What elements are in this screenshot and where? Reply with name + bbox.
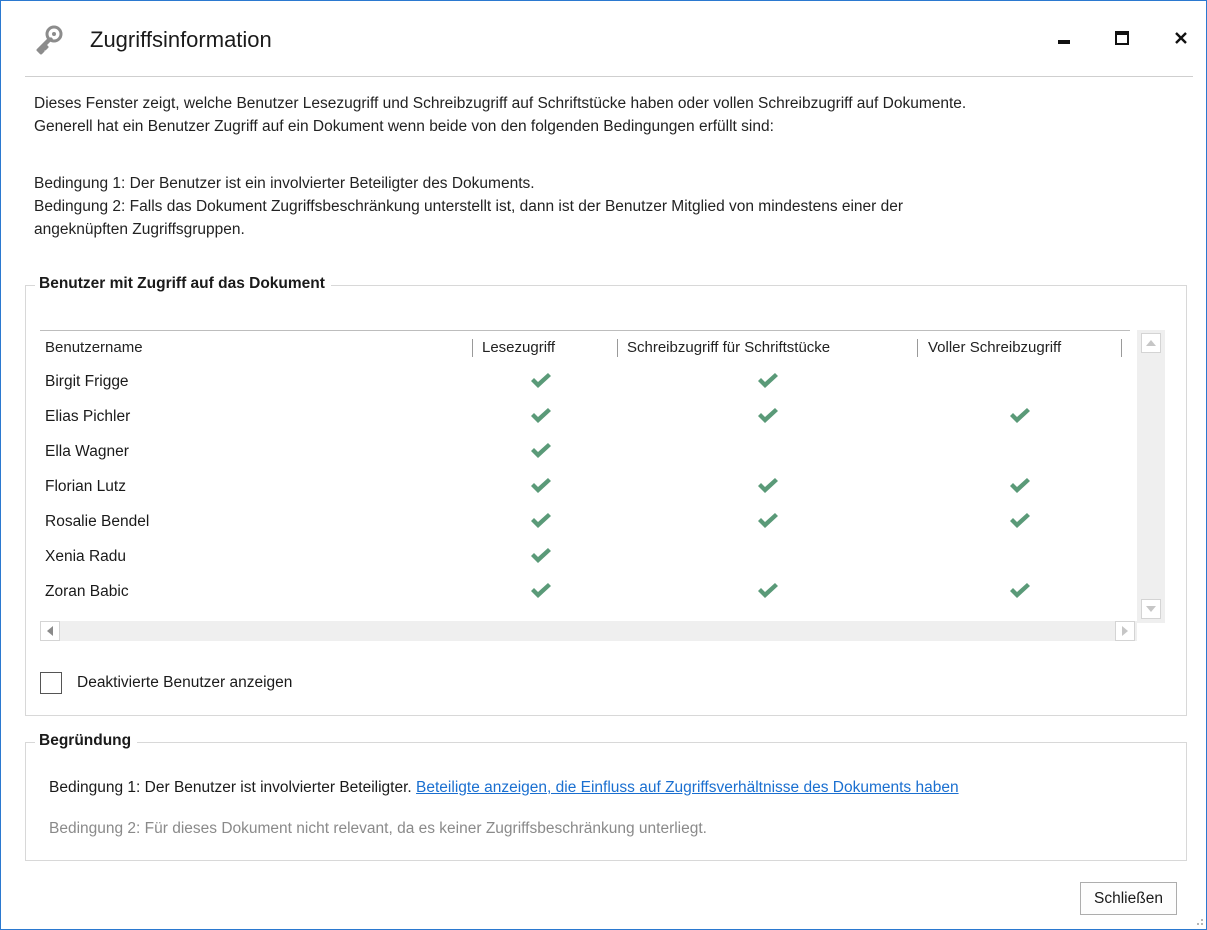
username-cell: Ella Wagner [45, 443, 129, 460]
checkmark-icon [758, 478, 778, 493]
table-row[interactable]: Xenia Radu [40, 539, 1130, 574]
title-divider [25, 76, 1193, 77]
column-separator[interactable] [472, 339, 473, 357]
horizontal-scrollbar[interactable] [40, 621, 1137, 641]
close-icon [1175, 32, 1187, 44]
checkmark-icon [758, 373, 778, 388]
checkmark-icon [1010, 478, 1030, 493]
checkmark-icon [531, 478, 551, 493]
access-info-dialog: Zugriffsinformation Dieses Fenster zeigt… [0, 0, 1207, 930]
users-table: Benutzername Lesezugriff Schreibzugriff … [40, 330, 1167, 641]
reason-groupbox [25, 742, 1187, 861]
table-row[interactable]: Florian Lutz [40, 469, 1130, 504]
close-window-button[interactable] [1166, 23, 1196, 53]
username-cell: Rosalie Bendel [45, 513, 150, 530]
table-row[interactable]: Elias Pichler [40, 399, 1130, 434]
checkmark-icon [758, 408, 778, 423]
column-separator[interactable] [917, 339, 918, 357]
username-cell: Zoran Babic [45, 583, 129, 600]
description-line-2: Generell hat ein Benutzer Zugriff auf ei… [34, 118, 774, 135]
checkmark-icon [758, 513, 778, 528]
description-line-3: Bedingung 1: Der Benutzer ist ein involv… [34, 175, 535, 192]
show-participants-link[interactable]: Beteiligte anzeigen, die Einfluss auf Zu… [416, 779, 959, 796]
scroll-left-button[interactable] [40, 621, 60, 641]
table-row[interactable]: Birgit Frigge [40, 364, 1130, 399]
condition-1-text: Bedingung 1: Der Benutzer ist involviert… [49, 779, 412, 796]
minimize-icon [1058, 40, 1070, 44]
resize-grip-icon[interactable] [1193, 915, 1205, 927]
checkmark-icon [531, 373, 551, 388]
checkmark-icon [758, 583, 778, 598]
key-icon [36, 25, 63, 55]
table-row[interactable]: Zoran Babic [40, 574, 1130, 609]
column-header-read[interactable]: Lesezugriff [482, 331, 555, 365]
chevron-left-icon [47, 626, 53, 636]
maximize-icon [1115, 31, 1129, 45]
show-disabled-users-label[interactable]: Deaktivierte Benutzer anzeigen [77, 674, 292, 692]
title-bar: Zugriffsinformation [1, 1, 1206, 77]
chevron-down-icon [1146, 606, 1156, 612]
scroll-right-button[interactable] [1115, 621, 1135, 641]
maximize-button[interactable] [1107, 23, 1137, 53]
table-row[interactable]: Rosalie Bendel [40, 504, 1130, 539]
description-line-4: Bedingung 2: Falls das Dokument Zugriffs… [34, 198, 904, 215]
table-row[interactable]: Ella Wagner [40, 434, 1130, 469]
checkmark-icon [1010, 513, 1030, 528]
dialog-title: Zugriffsinformation [90, 27, 272, 52]
username-cell: Xenia Radu [45, 548, 127, 565]
checkmark-icon [531, 443, 551, 458]
checkmark-icon [531, 513, 551, 528]
vertical-scrollbar[interactable] [1137, 330, 1165, 623]
reason-group-title: Begründung [35, 732, 138, 750]
condition-1-line: Bedingung 1: Der Benutzer ist involviert… [49, 779, 959, 797]
description-line-5: angeknüpften Zugriffsgruppen. [34, 221, 245, 238]
checkmark-icon [1010, 583, 1030, 598]
username-cell: Elias Pichler [45, 408, 131, 425]
chevron-up-icon [1146, 340, 1156, 346]
column-header-username[interactable]: Benutzername [45, 331, 143, 365]
column-separator[interactable] [617, 339, 618, 357]
users-group-title: Benutzer mit Zugriff auf das Dokument [35, 275, 331, 293]
column-header-write-docs[interactable]: Schreibzugriff für Schriftstücke [627, 331, 830, 365]
table-header: Benutzername Lesezugriff Schreibzugriff … [40, 330, 1130, 365]
column-separator[interactable] [1121, 339, 1122, 357]
description-line-1: Dieses Fenster zeigt, welche Benutzer Le… [34, 95, 967, 112]
username-cell: Birgit Frigge [45, 373, 129, 390]
chevron-right-icon [1122, 626, 1128, 636]
condition-2-text: Bedingung 2: Für dieses Dokument nicht r… [49, 820, 707, 837]
checkmark-icon [1010, 408, 1030, 423]
checkmark-icon [531, 408, 551, 423]
checkmark-icon [531, 583, 551, 598]
scroll-down-button[interactable] [1141, 599, 1161, 619]
username-cell: Florian Lutz [45, 478, 126, 495]
show-disabled-users-checkbox[interactable] [40, 672, 62, 694]
close-button[interactable]: Schließen [1080, 882, 1177, 915]
minimize-button[interactable] [1049, 23, 1079, 53]
checkmark-icon [531, 548, 551, 563]
scroll-up-button[interactable] [1141, 333, 1161, 353]
column-header-full-write[interactable]: Voller Schreibzugriff [928, 331, 1061, 365]
